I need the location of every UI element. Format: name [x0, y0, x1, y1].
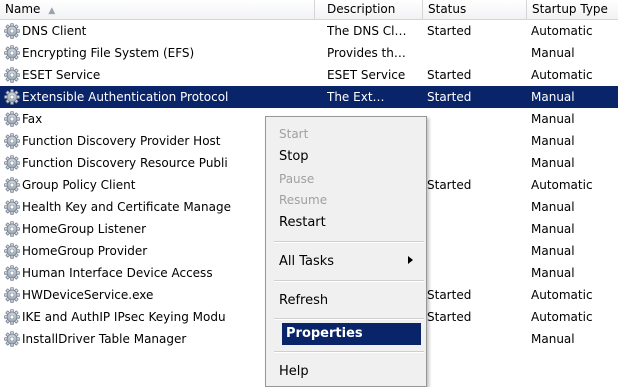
service-status: [427, 328, 517, 350]
service-status: [427, 152, 517, 174]
service-startup-type: Manual: [531, 90, 575, 104]
menu-separator: [274, 280, 424, 282]
service-startup-type: Automatic: [531, 178, 593, 192]
service-description: Provides th…: [327, 46, 406, 60]
context-menu: Start Stop Pause Resume Restart All Task…: [265, 116, 427, 387]
menu-item-properties[interactable]: Properties: [282, 323, 421, 345]
column-header-startup-type[interactable]: Startup Type: [527, 0, 618, 19]
service-name: Fax: [22, 112, 43, 126]
service-row[interactable]: ESET Service ESET Service Started Automatic: [0, 64, 618, 86]
menu-item-help[interactable]: Help: [279, 362, 309, 382]
service-description: ESET Service: [327, 68, 406, 82]
menu-item-resume: Resume: [279, 193, 328, 207]
service-startup-type: Automatic: [531, 310, 593, 324]
service-status: [427, 130, 517, 152]
service-status: [427, 262, 517, 284]
service-name: ESET Service: [22, 68, 101, 82]
service-status: [427, 42, 517, 64]
service-startup-type: Manual: [531, 222, 575, 236]
service-status: [427, 240, 517, 262]
service-startup-type: Manual: [531, 266, 575, 280]
menu-separator: [274, 351, 424, 353]
service-startup-type: Manual: [531, 332, 575, 346]
service-startup-type: Manual: [531, 200, 575, 214]
service-name: HomeGroup Provider: [22, 244, 148, 258]
menu-item-restart[interactable]: Restart: [279, 213, 326, 233]
service-name: IKE and AuthIP IPsec Keying Modu: [22, 310, 226, 324]
service-name: Group Policy Client: [22, 178, 136, 192]
service-name: InstallDriver Table Manager: [22, 332, 187, 346]
service-row[interactable]: Extensible Authentication Protocol The Ex…: [0, 86, 618, 108]
service-name: Health Key and Certificate Manage: [22, 200, 231, 214]
service-startup-type: Manual: [531, 244, 575, 258]
service-startup-type: Manual: [531, 112, 575, 126]
service-status: Started: [427, 68, 472, 82]
submenu-arrow-icon: [408, 256, 413, 264]
service-row[interactable]: DNS Client The DNS Cl… Started Automatic: [0, 20, 618, 42]
service-status: [427, 218, 517, 240]
service-row[interactable]: Encrypting File System (EFS) Provides th……: [0, 42, 618, 64]
service-status: Started: [427, 288, 472, 302]
menu-item-all-tasks[interactable]: All Tasks: [279, 252, 334, 272]
service-status: Started: [427, 24, 472, 38]
service-startup-type: Automatic: [531, 288, 593, 302]
menu-item-pause: Pause: [279, 172, 315, 186]
service-status: Started: [427, 310, 472, 324]
service-startup-type: Manual: [531, 46, 575, 60]
column-header-description[interactable]: Description: [322, 0, 423, 19]
column-header-status[interactable]: Status: [423, 0, 527, 19]
service-description: The Ext…: [327, 90, 385, 104]
service-description: The DNS Cl…: [327, 24, 407, 38]
service-name: DNS Client: [22, 24, 87, 38]
menu-item-start: Start: [279, 127, 309, 141]
service-status: Started: [427, 178, 472, 192]
column-header: Name ▲ Description Status Startup Type: [0, 0, 618, 20]
service-name: Function Discovery Resource Publi: [22, 156, 228, 170]
service-name: HWDeviceService.exe: [22, 288, 154, 302]
menu-item-refresh[interactable]: Refresh: [279, 291, 328, 311]
service-startup-type: Manual: [531, 156, 575, 170]
service-startup-type: Automatic: [531, 68, 593, 82]
menu-item-stop[interactable]: Stop: [279, 147, 309, 167]
service-startup-type: Manual: [531, 134, 575, 148]
menu-separator: [274, 318, 424, 320]
service-name: Encrypting File System (EFS): [22, 46, 195, 60]
service-status: [427, 108, 517, 130]
service-status: [427, 196, 517, 218]
service-startup-type: Automatic: [531, 24, 593, 38]
service-name: HomeGroup Listener: [22, 222, 147, 236]
menu-separator: [274, 241, 424, 243]
service-name: Extensible Authentication Protocol: [22, 90, 229, 104]
column-header-name[interactable]: Name ▲: [0, 0, 315, 19]
service-name: Function Discovery Provider Host: [22, 134, 221, 148]
service-name: Human Interface Device Access: [22, 266, 213, 280]
sort-ascending-icon: ▲: [48, 6, 56, 16]
service-status: Started: [427, 90, 472, 104]
